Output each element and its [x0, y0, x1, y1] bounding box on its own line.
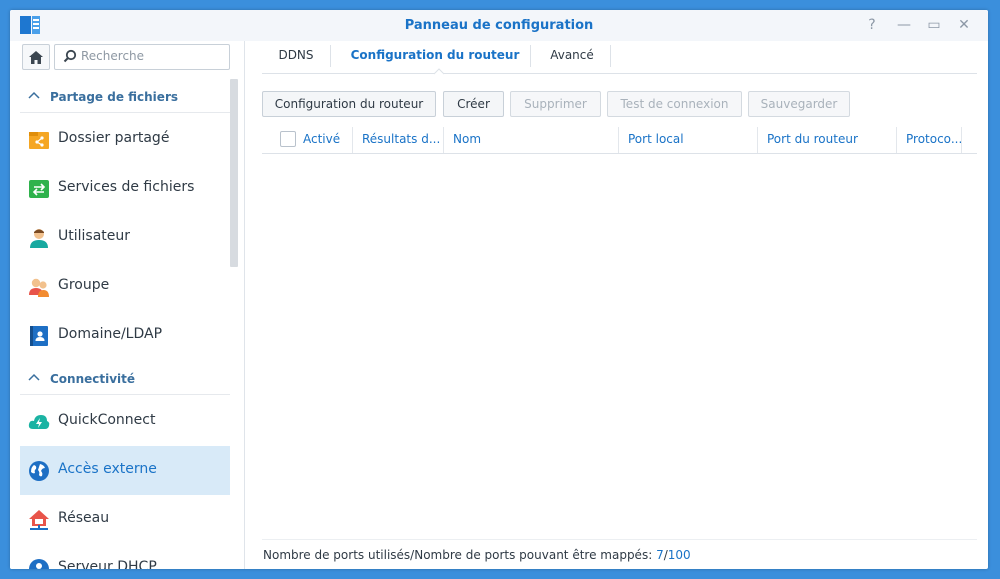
status-footer: Nombre de ports utilisés/Nombre de ports… [262, 539, 977, 569]
sidebar-scrollbar[interactable] [230, 79, 238, 267]
sidebar-item-domain-ldap[interactable]: Domaine/LDAP [20, 311, 230, 360]
search-box[interactable] [54, 44, 230, 70]
search-input[interactable] [81, 47, 221, 65]
select-all-checkbox[interactable] [280, 131, 296, 147]
home-button[interactable] [22, 44, 50, 70]
close-icon[interactable]: ✕ [954, 15, 974, 35]
dhcp-server-icon [29, 559, 49, 569]
active-tab-caret-icon [434, 68, 444, 75]
delete-button[interactable]: Supprimer [510, 91, 601, 117]
sidebar-item-network[interactable]: Réseau [20, 495, 230, 544]
ports-used-count: 7 [656, 548, 664, 562]
section-file-sharing[interactable]: Partage de fichiers [20, 82, 230, 113]
column-header-local-port[interactable]: Port local [619, 127, 758, 153]
ports-max-count: 100 [667, 548, 691, 562]
sidebar-item-label: Utilisateur [58, 228, 131, 244]
external-access-icon [29, 461, 49, 481]
window-title: Panneau de configuration [404, 18, 594, 33]
domain-ldap-icon [30, 326, 48, 346]
ports-usage-text: Nombre de ports utilisés/Nombre de ports… [263, 548, 691, 562]
sidebar-item-external-access[interactable]: Accès externe [20, 446, 230, 495]
section-label: Partage de fichiers [50, 90, 178, 104]
sidebar-item-dhcp-server[interactable]: Serveur DHCP [20, 544, 230, 569]
sidebar-item-label: Réseau [58, 510, 110, 526]
sidebar-item-quickconnect[interactable]: QuickConnect [20, 397, 230, 446]
column-header-protocol[interactable]: Protoco... [897, 127, 962, 153]
sidebar-item-shared-folder[interactable]: Dossier partagé [20, 115, 230, 164]
create-button[interactable]: Créer [443, 91, 504, 117]
minimize-icon[interactable]: — [894, 15, 914, 35]
sidebar-item-label: Dossier partagé [58, 130, 170, 146]
sidebar-item-label: Groupe [58, 277, 110, 293]
title-bar[interactable]: Panneau de configuration ? — ▭ ✕ [10, 10, 988, 41]
sidebar-item-user[interactable]: Utilisateur [20, 213, 230, 262]
tab-ddns[interactable]: DDNS [262, 41, 330, 72]
test-connection-button[interactable]: Test de connexion [607, 91, 742, 117]
router-configuration-button[interactable]: Configuration du routeur [262, 91, 436, 117]
sidebar-item-label: Domaine/LDAP [58, 326, 163, 342]
tab-divider [530, 45, 531, 67]
column-header-results[interactable]: Résultats d... [353, 127, 444, 153]
group-icon [29, 278, 49, 297]
home-icon [29, 50, 43, 64]
sidebar-item-label: Serveur DHCP [58, 559, 157, 569]
network-icon [29, 510, 49, 530]
column-header-enabled[interactable]: Activé [262, 127, 353, 153]
main-panel: DDNS Configuration du routeur Avancé Con… [245, 41, 988, 569]
tab-bar: DDNS Configuration du routeur Avancé [262, 41, 977, 75]
user-icon [30, 229, 48, 248]
file-services-icon [29, 180, 49, 198]
tab-divider [330, 45, 331, 67]
chevron-up-icon [28, 373, 40, 381]
control-panel-window: Panneau de configuration ? — ▭ ✕ Partage… [10, 10, 988, 569]
shared-folder-icon [29, 132, 49, 149]
help-icon[interactable]: ? [862, 15, 882, 35]
maximize-icon[interactable]: ▭ [924, 15, 944, 35]
ports-usage-label: Nombre de ports utilisés/Nombre de ports… [263, 548, 657, 562]
sidebar-item-file-services[interactable]: Services de fichiers [20, 164, 230, 213]
save-button[interactable]: Sauvegarder [748, 91, 850, 117]
table-header: Activé Résultats d... Nom Port local Por… [262, 127, 977, 154]
search-icon [63, 49, 77, 63]
column-header-name[interactable]: Nom [444, 127, 619, 153]
quickconnect-icon [28, 415, 50, 429]
sidebar-item-label: Accès externe [58, 461, 157, 477]
sidebar-item-label: QuickConnect [58, 412, 156, 428]
tab-divider [610, 45, 611, 67]
sidebar-item-group[interactable]: Groupe [20, 262, 230, 311]
section-connectivity[interactable]: Connectivité [20, 364, 230, 395]
tab-advanced[interactable]: Avancé [534, 41, 610, 72]
sidebar-item-label: Services de fichiers [58, 179, 195, 195]
chevron-up-icon [28, 91, 40, 99]
column-header-router-port[interactable]: Port du routeur [758, 127, 897, 153]
sidebar: Partage de fichiers Dossier partagé Serv… [10, 41, 245, 569]
section-label: Connectivité [50, 372, 136, 386]
